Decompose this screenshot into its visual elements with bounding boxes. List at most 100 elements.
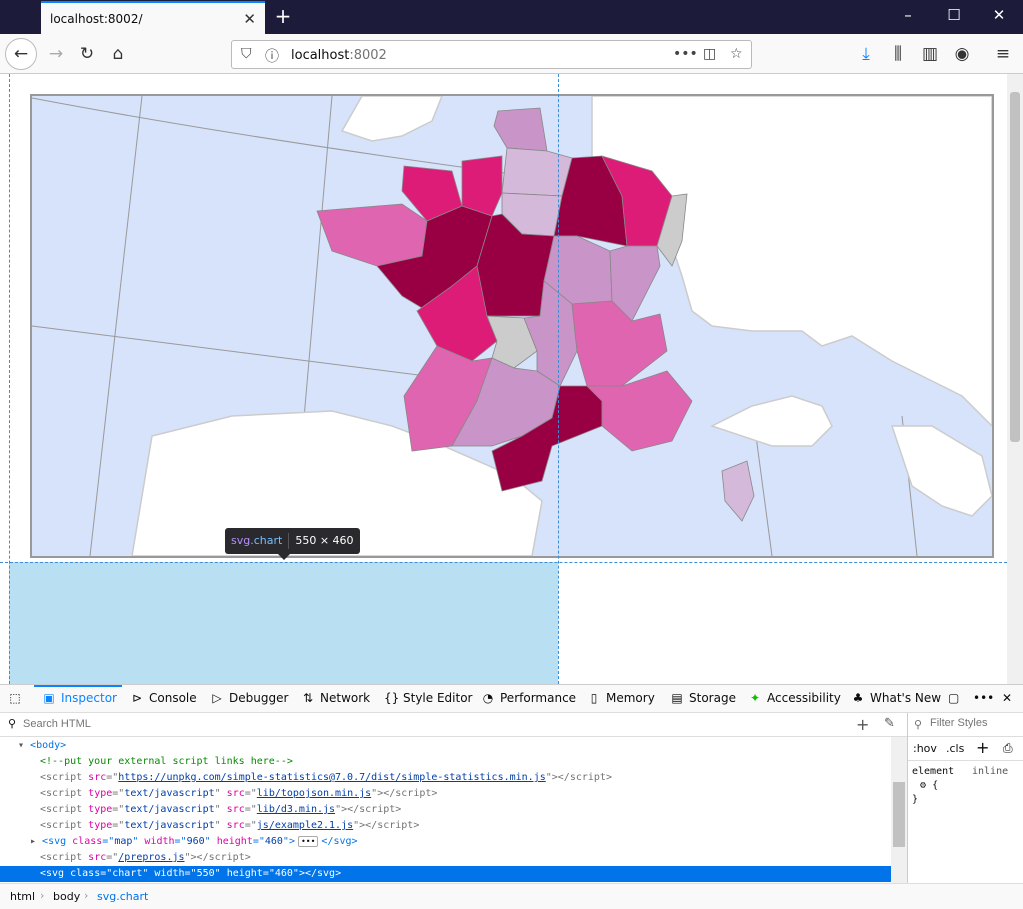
reload-icon[interactable]: ↻ xyxy=(73,41,101,67)
tab-console[interactable]: ⊳ Console xyxy=(130,691,197,705)
infobar-size: 550 × 460 xyxy=(295,534,354,547)
markup-scrollbar[interactable] xyxy=(891,737,907,883)
highlighter-infobar: svg.chart 550 × 460 xyxy=(225,528,360,560)
tab-network[interactable]: ⇅ Network xyxy=(301,691,370,705)
url-bar[interactable]: ⛉ ⓘ localhost:8002 ••• ◫ ☆ xyxy=(231,40,752,69)
markup-line-comment[interactable]: <!--put your external script links here-… xyxy=(0,754,891,770)
accessibility-icon: ✦ xyxy=(749,691,761,705)
menu-icon[interactable]: ≡ xyxy=(989,41,1017,67)
tab-style-editor[interactable]: {} Style Editor xyxy=(384,691,472,705)
markup-line-body[interactable]: ▾ <body> xyxy=(0,738,891,754)
maximize-icon[interactable]: ☐ xyxy=(940,6,968,24)
site-info-icon[interactable]: ⓘ xyxy=(265,46,279,66)
tab-storage[interactable]: ▤ Storage xyxy=(670,691,736,705)
back-icon[interactable]: ← xyxy=(5,38,37,70)
filter-icon: ⚲ xyxy=(914,718,923,731)
more-options-icon[interactable]: ••• xyxy=(973,691,994,705)
rule-source: inline xyxy=(972,766,1009,777)
markup-line-script[interactable]: <script src="https://unpkg.com/simple-st… xyxy=(0,770,891,786)
page-scrollbar-thumb[interactable] xyxy=(1010,92,1020,442)
browser-tab[interactable]: localhost:8002/ ✕ xyxy=(41,1,265,37)
breadcrumb-body[interactable]: body xyxy=(53,890,80,903)
add-rule-icon[interactable]: + xyxy=(976,738,989,757)
library-icon[interactable]: ⫼ xyxy=(884,41,912,67)
account-icon[interactable]: ◉ xyxy=(948,41,976,67)
filter-styles-input[interactable] xyxy=(930,717,1018,729)
rule-selector: element xyxy=(912,766,955,777)
rules-pane: ⚲ :hov .cls + ⎙ element inline ⚙ { } xyxy=(907,713,1023,883)
search-icon: ⚲ xyxy=(8,717,17,730)
element-picker-icon[interactable]: ⬚ xyxy=(8,691,27,705)
pseudo-class-row: :hov .cls + ⎙ xyxy=(908,737,1023,761)
forward-icon[interactable]: → xyxy=(42,41,70,67)
tab-inspector[interactable]: ▣ Inspector xyxy=(42,691,117,705)
tab-whats-new[interactable]: ♣ What's New xyxy=(851,691,941,705)
infobar-tag: svg xyxy=(231,534,251,547)
bookmark-star-icon[interactable]: ☆ xyxy=(730,46,743,62)
breadcrumb: html › body › svg.chart xyxy=(0,883,1023,909)
markup-line-script[interactable]: <script type="text/javascript" src="lib/… xyxy=(0,786,891,802)
console-icon: ⊳ xyxy=(131,691,143,705)
new-tab-icon[interactable]: + xyxy=(272,4,294,28)
home-icon[interactable]: ⌂ xyxy=(104,41,132,67)
markup-line-svg-map[interactable]: ▸ <svg class="map" width="960" height="4… xyxy=(0,834,891,850)
breadcrumb-html[interactable]: html xyxy=(10,890,35,903)
search-html-input[interactable] xyxy=(23,718,823,730)
tracking-shield-icon[interactable]: ⛉ xyxy=(241,46,252,62)
close-tab-icon[interactable]: ✕ xyxy=(243,10,256,28)
highlighter-guide-bottom xyxy=(0,562,1007,563)
tab-title: localhost:8002/ xyxy=(50,12,143,26)
chevron-right-icon: › xyxy=(40,889,45,902)
markup-view: ▾ <body> <!--put your external script li… xyxy=(0,737,891,883)
network-icon: ⇅ xyxy=(302,691,314,705)
sidebar-icon[interactable]: ▥ xyxy=(916,41,944,67)
title-bar: localhost:8002/ ✕ + – ☐ ✕ xyxy=(0,0,1023,37)
inspector-icon: ▣ xyxy=(43,691,55,705)
navigation-bar: ← → ↻ ⌂ ⛉ ⓘ localhost:8002 ••• ◫ ☆ ⤓ ⫼ ▥… xyxy=(0,34,1023,74)
markup-line-script[interactable]: <script src="/prepros.js"></script> xyxy=(0,850,891,866)
collapsed-children-icon[interactable]: ••• xyxy=(297,836,319,847)
storage-icon: ▤ xyxy=(671,691,683,705)
page-scrollbar[interactable] xyxy=(1007,74,1023,684)
markup-line-script[interactable]: <script type="text/javascript" src="js/e… xyxy=(0,818,891,834)
downloads-icon[interactable]: ⤓ xyxy=(852,41,880,67)
markup-scrollbar-thumb[interactable] xyxy=(893,782,905,847)
choropleth-map xyxy=(32,96,992,556)
add-node-icon[interactable]: + xyxy=(856,715,869,734)
gift-icon: ♣ xyxy=(852,691,864,705)
tab-memory[interactable]: ▯ Memory xyxy=(587,691,655,705)
tab-debugger[interactable]: ▷ Debugger xyxy=(210,691,288,705)
chevron-right-icon: › xyxy=(84,889,89,902)
close-devtools-icon[interactable]: ✕ xyxy=(1002,691,1012,705)
page-viewport: svg.chart 550 × 460 xyxy=(0,74,1007,684)
tab-performance[interactable]: ◔ Performance xyxy=(481,691,576,705)
html-search-bar: ⚲ + ✎ xyxy=(0,713,907,737)
print-simulation-icon[interactable]: ⎙ xyxy=(1003,741,1013,756)
url-text: localhost:8002 xyxy=(291,48,387,63)
close-window-icon[interactable]: ✕ xyxy=(985,6,1013,24)
element-rule: element inline ⚙ { } xyxy=(912,766,1009,805)
infobar-class: .chart xyxy=(250,534,283,547)
map-svg[interactable] xyxy=(30,94,994,558)
eyedropper-icon[interactable]: ✎ xyxy=(884,716,895,731)
markup-line-svg-chart-selected[interactable]: <svg class="chart" width="550" height="4… xyxy=(0,866,891,882)
style-editor-icon: {} xyxy=(384,691,400,705)
memory-icon: ▯ xyxy=(590,691,598,705)
chart-highlight-overlay xyxy=(9,562,558,684)
debugger-icon: ▷ xyxy=(212,691,222,705)
markup-line-script[interactable]: <script type="text/javascript" src="lib/… xyxy=(0,802,891,818)
highlighter-guide-right xyxy=(558,74,559,684)
gear-icon[interactable]: ⚙ xyxy=(920,780,926,791)
filter-styles-row: ⚲ xyxy=(908,713,1023,737)
pocket-icon[interactable]: ◫ xyxy=(703,46,716,62)
cls-toggle[interactable]: .cls xyxy=(946,742,964,755)
hov-toggle[interactable]: :hov xyxy=(913,742,937,755)
breadcrumb-svg-chart[interactable]: svg.chart xyxy=(97,890,148,903)
dock-options-icon[interactable]: ▢ xyxy=(948,691,959,705)
minimize-icon[interactable]: – xyxy=(894,6,922,24)
tab-accessibility[interactable]: ✦ Accessibility xyxy=(748,691,841,705)
active-tab-indicator xyxy=(34,685,122,687)
page-actions-icon[interactable]: ••• xyxy=(673,46,698,62)
highlighter-guide-left xyxy=(9,74,10,684)
devtools-toolbar: ⬚ ▣ Inspector ⊳ Console ▷ Debugger ⇅ Network… xyxy=(0,684,1023,713)
